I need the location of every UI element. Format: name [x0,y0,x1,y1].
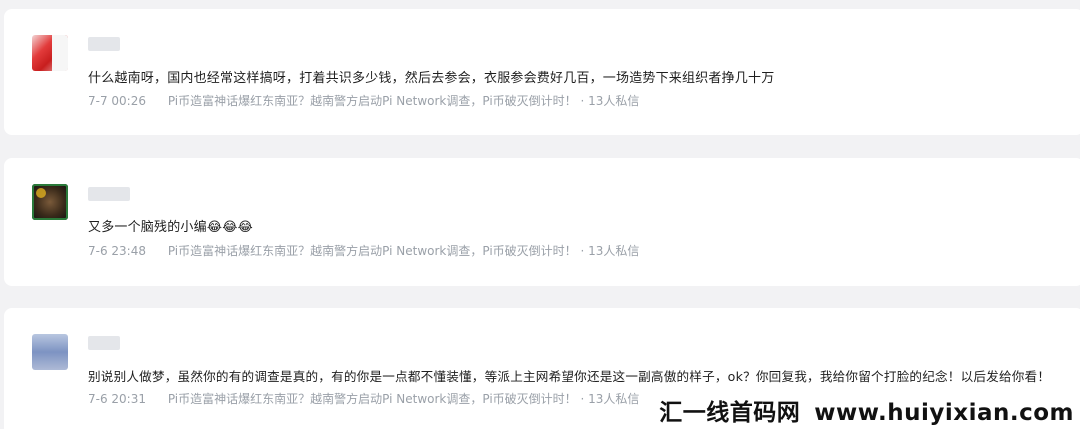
comment-meta: 7-6 20:31 Pi币造富神话爆红东南亚？越南警方启动Pi Network调… [88,390,639,407]
comment-meta: 7-6 23:48 Pi币造富神话爆红东南亚？越南警方启动Pi Network调… [88,242,639,259]
article-link[interactable]: Pi币造富神话爆红东南亚？越南警方启动Pi Network调查，Pi币破灭倒计时… [168,244,577,258]
private-message-count[interactable]: · 13人私信 [581,94,640,108]
comment-text-row: 又多一个脑残的小编😂😂😂 [88,216,253,235]
nickname-blurred[interactable] [88,187,130,201]
avatar[interactable] [32,35,68,71]
avatar[interactable] [32,334,68,370]
nickname-blurred[interactable] [88,336,120,350]
watermark-url: www.huiyixian.com [814,400,1074,426]
comment-card: 什么越南呀，国内也经常这样搞呀，打着共识多少钱，然后去参会，衣服参会费好几百，一… [4,9,1080,135]
comment-text: 别说别人做梦，虽然你的有的调查是真的，有的你是一点都不懂装懂，等派上主网希望你还… [88,369,1051,384]
comment-meta: 7-7 00:26 Pi币造富神话爆红东南亚？越南警方启动Pi Network调… [88,92,639,109]
private-message-count[interactable]: · 13人私信 [581,392,640,406]
laughing-crying-emoji-icon: 😂😂😂 [206,220,253,235]
comment-card: 又多一个脑残的小编😂😂😂 7-6 23:48 Pi币造富神话爆红东南亚？越南警方… [4,158,1080,286]
article-link[interactable]: Pi币造富神话爆红东南亚？越南警方启动Pi Network调查，Pi币破灭倒计时… [168,94,577,108]
avatar[interactable] [32,184,68,220]
private-message-count[interactable]: · 13人私信 [581,244,640,258]
comment-time: 7-6 23:48 [88,244,146,258]
nickname-blurred[interactable] [88,37,120,51]
comment-text: 又多一个脑残的小编 [88,220,207,235]
comment-time: 7-7 00:26 [88,94,146,108]
site-watermark: 汇一线首码网 www.huiyixian.com [659,393,1074,427]
comment-time: 7-6 20:31 [88,392,146,406]
comment-text: 什么越南呀，国内也经常这样搞呀，打着共识多少钱，然后去参会，衣服参会费好几百，一… [88,71,775,86]
article-link[interactable]: Pi币造富神话爆红东南亚？越南警方启动Pi Network调查，Pi币破灭倒计时… [168,392,577,406]
watermark-brand: 汇一线首码网 [659,400,801,426]
